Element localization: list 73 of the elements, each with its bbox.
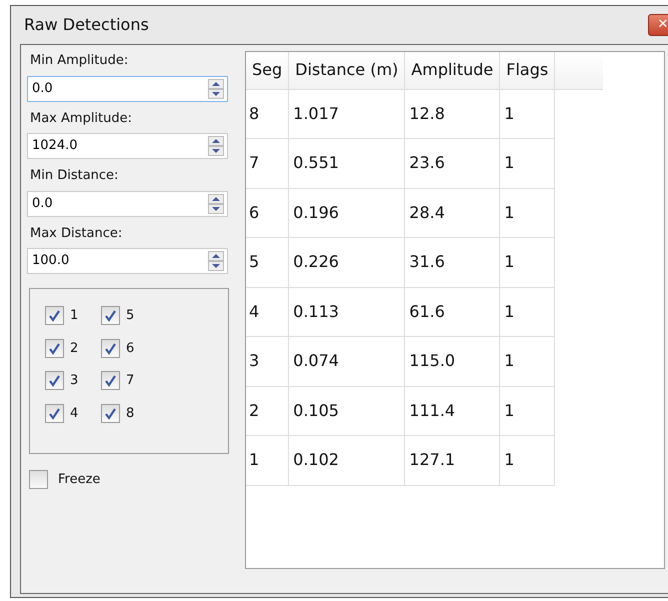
checkbox-label: 7 (126, 372, 134, 390)
table-cell: 3 (246, 336, 289, 386)
table-cell: 1 (500, 287, 555, 336)
spin-arrows-icon[interactable] (208, 194, 224, 214)
spin-arrows-icon[interactable] (208, 136, 224, 156)
field-label: Max Amplitude: (30, 110, 132, 128)
spin-box[interactable]: 100.0 (27, 248, 228, 274)
checkbox[interactable] (45, 404, 64, 423)
spin-box[interactable]: 1024.0 (27, 133, 228, 159)
checkbox[interactable] (101, 338, 120, 358)
table-cell: 1 (500, 336, 555, 386)
table-cell: 1 (500, 238, 555, 287)
column-header: Flags (500, 52, 555, 89)
table-cell: 0.551 (288, 138, 405, 188)
column-header: Amplitude (404, 52, 500, 89)
value-input[interactable]: 0.0 (28, 78, 208, 98)
table-cell: 1 (246, 436, 289, 485)
value-input[interactable]: 1024.0 (28, 136, 208, 156)
table-cell: 0.074 (288, 336, 405, 386)
checkbox-label: 1 (70, 307, 78, 325)
spin-box[interactable]: 0.0 (27, 190, 228, 216)
checkbox[interactable] (29, 470, 48, 490)
table-cell: 1.017 (288, 89, 405, 138)
checkbox-label: 8 (126, 404, 134, 422)
table-cell: 0.105 (288, 386, 405, 436)
checkbox[interactable] (101, 404, 120, 423)
checkbox-label: Freeze (58, 471, 100, 489)
table-cell: 28.4 (404, 188, 500, 238)
table-cell: 1 (500, 386, 555, 436)
table-cell: 1 (500, 188, 555, 238)
value-input[interactable]: 0.0 (28, 194, 208, 214)
checkbox[interactable] (101, 371, 120, 390)
table-cell: 115.0 (404, 336, 500, 386)
table-cell: 0.113 (288, 287, 405, 336)
checkbox-label: 6 (126, 340, 134, 358)
close-button[interactable]: ✕ (648, 14, 668, 36)
table-cell: 127.1 (404, 436, 500, 485)
checkbox-label: 3 (70, 372, 78, 390)
spin-arrows-icon[interactable] (208, 251, 224, 271)
table-cell: 0.196 (288, 188, 405, 238)
checkbox-label: 4 (70, 404, 78, 422)
checkbox[interactable] (45, 371, 64, 390)
window-title: Raw Detections (24, 14, 149, 36)
checkbox-label: 5 (126, 307, 134, 325)
spin-arrows-icon[interactable] (208, 78, 224, 98)
table-cell: 23.6 (404, 138, 500, 188)
table-cell: 6 (246, 188, 289, 238)
table-cell: 12.8 (404, 89, 500, 138)
checkbox[interactable] (45, 338, 64, 358)
header-filler (554, 52, 603, 89)
table-cell: 0.102 (288, 436, 405, 485)
field-label: Min Amplitude: (30, 52, 128, 70)
table-cell: 1 (500, 138, 555, 188)
checkbox[interactable] (101, 306, 120, 326)
table-cell: 0.226 (288, 238, 405, 287)
table-cell: 7 (246, 138, 289, 188)
table-cell: 4 (246, 287, 289, 336)
table-cell: 2 (246, 386, 289, 436)
value-input[interactable]: 100.0 (28, 251, 208, 271)
field-label: Max Distance: (30, 224, 122, 242)
checkbox-label: 2 (70, 340, 78, 358)
column-header: Seg (246, 52, 289, 89)
column-header: Distance (m) (288, 52, 405, 89)
table-cell: 8 (246, 89, 289, 138)
table-cell: 5 (246, 238, 289, 287)
spin-box[interactable]: 0.0 (27, 76, 228, 102)
table-cell: 61.6 (404, 287, 500, 336)
table-cell: 1 (500, 436, 555, 485)
table-cell: 31.6 (404, 238, 500, 287)
checkbox[interactable] (45, 306, 64, 326)
table-cell: 1 (500, 89, 555, 138)
table-cell: 111.4 (404, 386, 500, 436)
field-label: Min Distance: (30, 167, 118, 185)
